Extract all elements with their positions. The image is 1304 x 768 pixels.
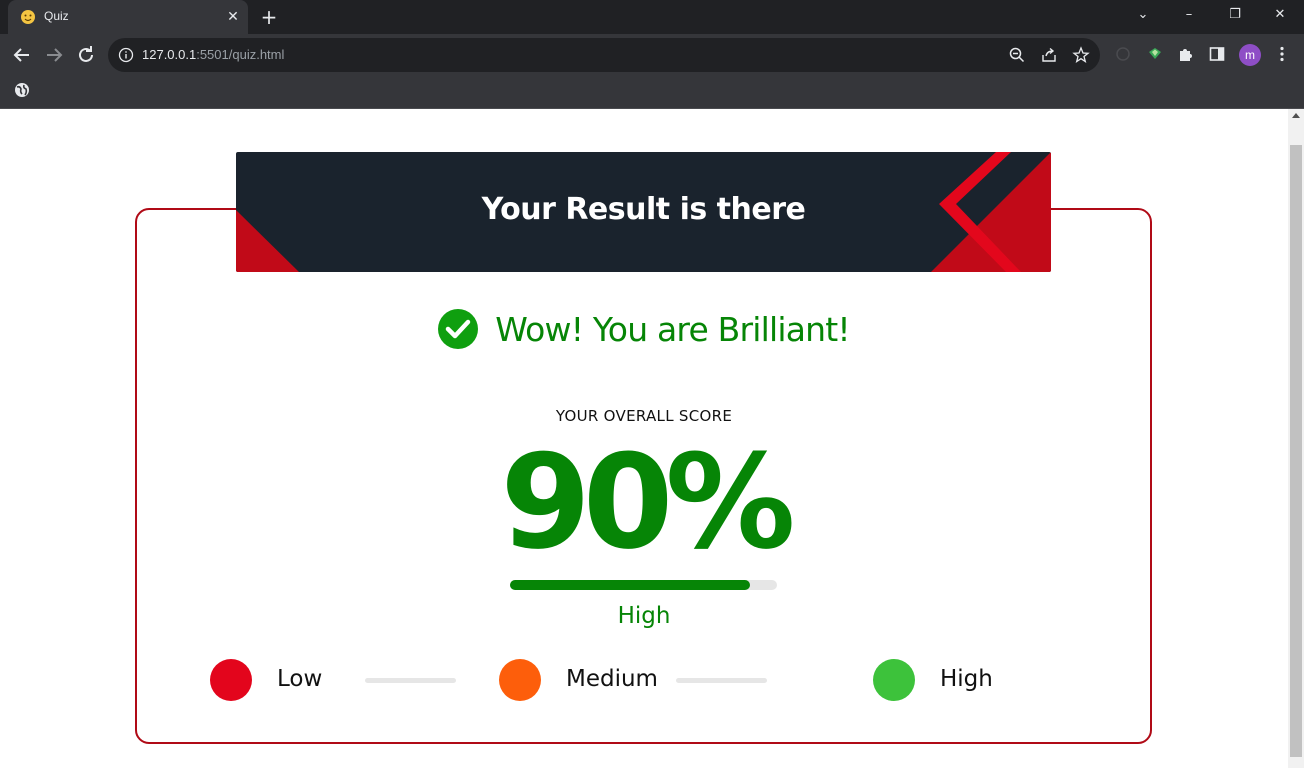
tab-quiz[interactable]: Quiz ✕ [8,0,248,34]
minimize-icon[interactable]: – [1174,4,1204,26]
score-progress-bar [510,580,777,590]
globe-icon[interactable] [14,82,30,98]
emoji-favicon-icon [21,10,35,24]
score-value: 90% [500,426,795,578]
legend-dot-low [210,659,252,701]
url-host: 127.0.0.1 [142,47,197,62]
result-banner: Your Result is there [236,152,1051,272]
url-path: :5501/quiz.html [196,47,285,62]
browser-toolbar: 127.0.0.1:5501/quiz.html m [0,34,1304,76]
tab-title: Quiz [44,9,69,23]
profile-avatar[interactable]: m [1239,44,1261,66]
extension-gem-icon[interactable] [1146,45,1164,63]
bookmarks-bar [0,76,1304,109]
legend-connector [676,678,767,683]
url-text[interactable]: 127.0.0.1:5501/quiz.html [142,47,284,62]
side-panel-icon[interactable] [1208,45,1226,63]
share-icon[interactable] [1040,46,1058,64]
legend-dot-high [873,659,915,701]
page-viewport: Your Result is there Wow! You are Brilli… [0,109,1288,768]
reload-icon[interactable] [74,43,98,67]
more-menu-icon[interactable] [1273,45,1291,63]
close-window-icon[interactable]: ✕ [1265,4,1295,26]
banner-title: Your Result is there [481,192,806,227]
page-scrollbar[interactable] [1288,109,1304,768]
result-headline: Wow! You are Brilliant! [0,309,1288,355]
check-circle-icon [438,309,479,349]
legend-label-high: High [940,666,993,692]
score-level: High [617,603,671,629]
zoom-icon[interactable] [1008,46,1026,64]
legend-connector [365,678,456,683]
score-progress-fill [510,580,751,590]
legend-label-low: Low [277,666,323,692]
tab-search-chevron-icon[interactable]: ⌄ [1128,4,1158,26]
extension-eye-icon[interactable] [1114,45,1132,63]
bookmark-star-icon[interactable] [1072,46,1090,64]
new-tab-icon[interactable]: + [258,6,280,28]
scroll-thumb[interactable] [1290,145,1302,757]
tab-close-icon[interactable]: ✕ [224,8,242,26]
back-icon[interactable] [10,43,34,67]
forward-icon[interactable] [42,43,66,67]
headline-text: Wow! You are Brilliant! [495,309,850,349]
legend-dot-medium [499,659,541,701]
scroll-up-arrow-icon[interactable] [1292,113,1300,118]
tab-bar: Quiz ✕ + ⌄ – ❐ ✕ [0,0,1304,34]
legend-label-medium: Medium [566,666,658,692]
restore-icon[interactable]: ❐ [1220,4,1250,26]
site-info-icon[interactable] [118,47,134,63]
address-bar[interactable]: 127.0.0.1:5501/quiz.html [108,38,1100,72]
extensions-puzzle-icon[interactable] [1177,45,1195,63]
score-label: YOUR OVERALL SCORE [555,407,733,425]
